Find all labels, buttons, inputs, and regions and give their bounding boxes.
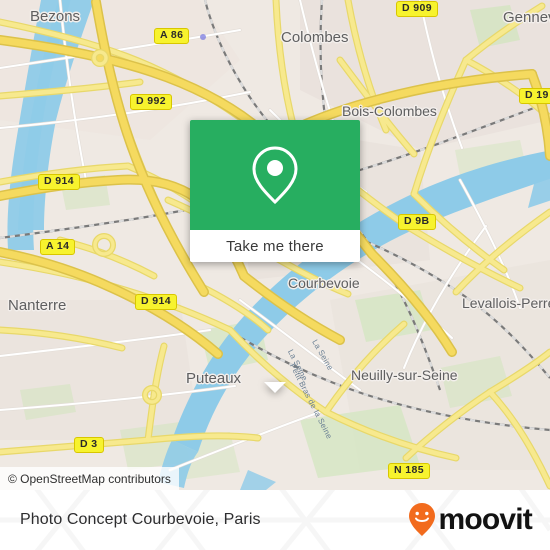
road-shield-d914-south: D 914 [135,294,178,310]
take-me-there-label: Take me there [226,237,324,255]
road-shield-d9b: D 9B [398,214,436,230]
road-shield-a14: A 14 [40,239,76,255]
road-shield-n185: N 185 [388,463,431,479]
road-shield-d914-north: D 914 [38,174,81,190]
popup-header [190,120,360,230]
road-shield-d3: D 3 [74,437,104,453]
moovit-wordmark: moovit [438,503,532,536]
popup-pointer-tail [264,382,286,393]
map-attribution[interactable]: © OpenStreetMap contributors [0,467,179,490]
road-shield-a86: A 86 [154,28,190,44]
road-shield-d992: D 992 [130,94,173,110]
map-pin-icon [252,146,298,205]
footer-bar: Photo Concept Courbevoie, Paris moovit [0,490,550,550]
road-shield-d19: D 19 [519,88,550,104]
page-title: Photo Concept Courbevoie, Paris [20,511,261,528]
road-shield-d909: D 909 [396,1,439,17]
moovit-brand[interactable]: moovit [407,490,533,550]
attribution-text: © OpenStreetMap contributors [8,471,171,486]
take-me-there-button[interactable]: Take me there [190,230,360,262]
map-canvas[interactable]: .rd { stroke:#f7e98e; fill:none; stroke-… [0,0,550,490]
map-screenshot: .rd { stroke:#f7e98e; fill:none; stroke-… [0,0,550,550]
location-popup-card[interactable]: Take me there [190,120,360,393]
moovit-smiley-pin-icon [409,503,436,536]
